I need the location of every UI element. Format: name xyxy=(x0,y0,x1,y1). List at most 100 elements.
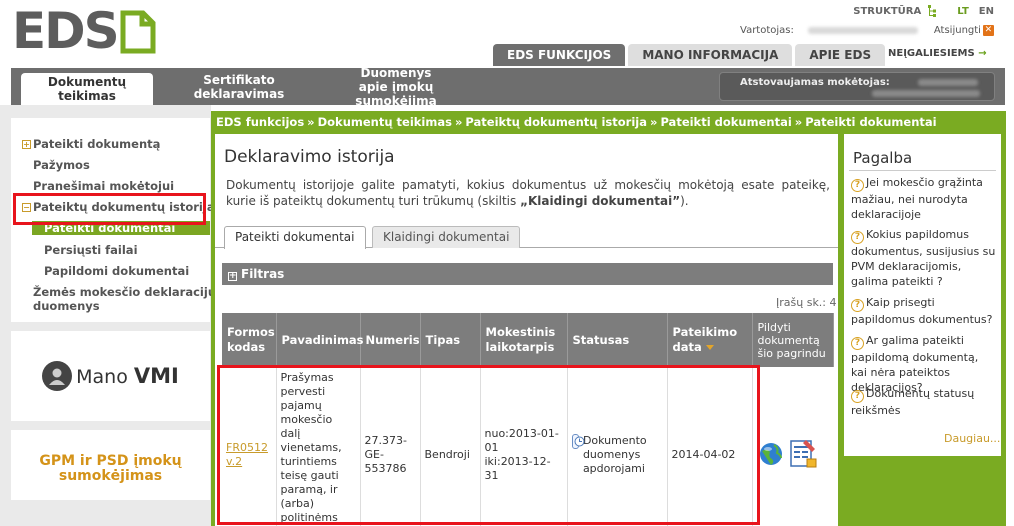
sidebar-item-label-line1: Žemės mokesčio deklaracijų xyxy=(33,285,217,299)
structure-link[interactable]: STRUKTŪRA xyxy=(853,6,921,17)
sidebar-item-zemes-mokescio[interactable]: Žemės mokesčio deklaracijų duomenys xyxy=(33,285,216,313)
sidebar-item-label-line2: duomenys xyxy=(33,299,100,313)
help-title: Pagalba xyxy=(853,149,913,167)
payer-name-redacted xyxy=(872,90,980,97)
document-icon xyxy=(120,10,156,54)
table-header-row: Formos kodas Pavadinimas Numeris Tipas M… xyxy=(222,313,834,367)
lang-lt-link[interactable]: LT xyxy=(957,6,969,17)
represented-payer-box[interactable]: Atstovaujamas mokėtojas: xyxy=(719,72,995,101)
help-item[interactable]: ? Kokius papildomus dokumentus, susijusiu… xyxy=(851,227,997,289)
breadcrumb-sep: » xyxy=(794,115,803,129)
help-item[interactable]: ? Dokumentų statusų reikšmės xyxy=(851,386,997,418)
nav-tab-duomenys-apie-imoku[interactable]: Duomenys apie įmokų sumokėjimą xyxy=(321,65,471,108)
sidebar-item-papildomi-dokumentai[interactable]: Papildomi dokumentai xyxy=(44,264,189,278)
col-pildyti: Pildyti dokumentą šio pagrindu xyxy=(752,313,834,367)
help-item-text: Kaip prisegti papildomus dokumentus? xyxy=(851,296,993,326)
edit-form-icon[interactable] xyxy=(788,437,818,473)
tab-pateikti-dokumentai[interactable]: Pateikti dokumentai xyxy=(224,226,366,249)
vmi-text: VMI xyxy=(133,364,179,388)
top-tabs: EDS FUNKCIJOS MANO INFORMACIJA APIE EDS xyxy=(493,44,888,66)
eds-logo[interactable]: EDS xyxy=(12,6,156,56)
help-item-text: Jei mokesčio grąžinta mažiau, nei nurody… xyxy=(851,176,983,221)
filter-label: Filtras xyxy=(241,267,285,281)
help-item-text: Kokius papildomus dokumentus, susijusius… xyxy=(851,228,996,288)
question-icon: ? xyxy=(851,299,864,312)
breadcrumb-sep: » xyxy=(454,115,463,129)
nav-tab-duomenys-line1: Duomenys xyxy=(360,65,432,80)
tab-apie-eds[interactable]: APIE EDS xyxy=(795,44,886,66)
tab-mano-informacija[interactable]: MANO INFORMACIJA xyxy=(628,44,793,66)
sidebar-item-pranesimai[interactable]: Pranešimai mokėtojui xyxy=(33,179,174,193)
breadcrumb-item[interactable]: EDS funkcijos xyxy=(216,115,304,129)
logout-link[interactable]: Atsijungti xyxy=(934,25,981,36)
col-formos-kodas[interactable]: Formos kodas xyxy=(222,313,277,367)
gpm-line1: GPM ir PSD įmokų xyxy=(39,453,182,469)
user-label: Vartotojas: xyxy=(740,25,794,36)
gpm-line2: sumokėjimas xyxy=(58,468,163,484)
header: EDS STRUKTŪRA LT EN Vartotojas: Atsijung… xyxy=(0,0,1014,68)
col-numeris[interactable]: Numeris xyxy=(360,313,421,367)
lang-en-link[interactable]: EN xyxy=(979,6,994,17)
page-description: Dokumentų istorijoje galite pamatyti, ko… xyxy=(226,177,830,209)
tab-eds-funkcijos[interactable]: EDS FUNKCIJOS xyxy=(493,44,626,66)
question-icon: ? xyxy=(851,179,864,192)
cell-actions xyxy=(752,367,833,526)
breadcrumb-item[interactable]: Pateiktų dokumentų istorija xyxy=(465,115,647,129)
breadcrumb: EDS funkcijos» Dokumentų teikimas» Pateikt… xyxy=(216,115,937,129)
help-item[interactable]: ? Jei mokesčio grąžinta mažiau, nei nurod… xyxy=(851,175,997,222)
highlight-box-row xyxy=(217,365,760,525)
expand-plus-icon: + xyxy=(228,271,237,281)
payer-code-redacted xyxy=(918,79,978,86)
help-item-text: Ar galima pateikti papildomą dokumentą, … xyxy=(851,334,979,394)
help-divider xyxy=(849,170,996,171)
disabled-access-link[interactable]: NEĮGALIESIEMS → xyxy=(888,48,987,59)
breadcrumb-item[interactable]: Dokumentų teikimas xyxy=(318,115,452,129)
sidebar-item-label: Pateikti dokumentą xyxy=(33,137,161,151)
sitemap-icon xyxy=(928,5,937,17)
gpm-psd-banner[interactable]: GPM ir PSD įmokų sumokėjimas xyxy=(11,430,210,500)
logo-text: EDS xyxy=(12,2,120,60)
col-statusas[interactable]: Statusas xyxy=(567,313,668,367)
desc-bold: „Klaidingi dokumentai” xyxy=(520,194,681,208)
highlight-box-sidebar xyxy=(13,193,206,225)
breadcrumb-item[interactable]: Pateikti dokumentai xyxy=(660,115,791,129)
expand-plus-icon: + xyxy=(22,140,31,149)
nav-tab-dokumentu-teikimas[interactable]: Dokumentų teikimas xyxy=(21,73,153,105)
logout-icon[interactable]: ✕ xyxy=(982,25,994,36)
globe-icon[interactable] xyxy=(757,439,785,471)
help-item-text: Dokumentų statusų reikšmės xyxy=(851,387,975,417)
mano-text: Mano xyxy=(76,366,128,388)
help-more-link[interactable]: Daugiau... xyxy=(944,432,1000,445)
col-tipas[interactable]: Tipas xyxy=(420,313,481,367)
top-links: STRUKTŪRA LT EN xyxy=(853,5,994,17)
record-count: Įrašų sk.: 4 xyxy=(776,296,837,309)
breadcrumb-sep: » xyxy=(307,115,315,129)
mano-vmi-text: Mano VMI xyxy=(76,364,179,388)
desc-end: ). xyxy=(680,194,689,208)
filter-bar[interactable]: + Filtras xyxy=(222,263,833,285)
breadcrumb-item: Pateikti dokumentai xyxy=(805,115,937,129)
help-item[interactable]: ? Kaip prisegti papildomus dokumentus? xyxy=(851,295,997,327)
breadcrumb-sep: » xyxy=(650,115,658,129)
tab-klaidingi-dokumentai[interactable]: Klaidingi dokumentai xyxy=(372,226,521,248)
col-pavadinimas[interactable]: Pavadinimas xyxy=(276,313,364,367)
sidebar-item-persiusti-failai[interactable]: Persiųsti failai xyxy=(44,243,138,257)
question-icon: ? xyxy=(851,337,864,350)
sidebar-item-pateikti-dokumenta[interactable]: + Pateikti dokumentą xyxy=(22,137,160,151)
main-navbar: Dokumentų teikimas Sertifikato deklaravi… xyxy=(11,65,1005,108)
person-icon xyxy=(42,361,73,391)
sort-desc-icon xyxy=(705,345,714,350)
nav-tab-sertifikato-deklaravimas[interactable]: Sertifikato deklaravimas xyxy=(161,68,317,105)
page-title: Deklaravimo istorija xyxy=(224,147,395,167)
disabled-access-label: NEĮGALIESIEMS xyxy=(888,48,975,59)
question-icon: ? xyxy=(851,231,864,244)
user-name-redacted xyxy=(807,27,918,34)
question-icon: ? xyxy=(851,390,864,403)
col-mokestinis-laikotarpis[interactable]: Mokestinis laikotarpis xyxy=(480,313,568,367)
arrow-right-icon: → xyxy=(978,48,987,59)
user-line: Vartotojas: Atsijungti ✕ xyxy=(740,25,994,36)
sidebar-item-pazymos[interactable]: Pažymos xyxy=(33,158,90,172)
col-pateikimo-data[interactable]: Pateikimo data xyxy=(667,313,753,367)
mano-vmi-banner[interactable]: Mano VMI xyxy=(11,331,210,421)
represented-payer-label: Atstovaujamas mokėtojas: xyxy=(740,77,890,88)
